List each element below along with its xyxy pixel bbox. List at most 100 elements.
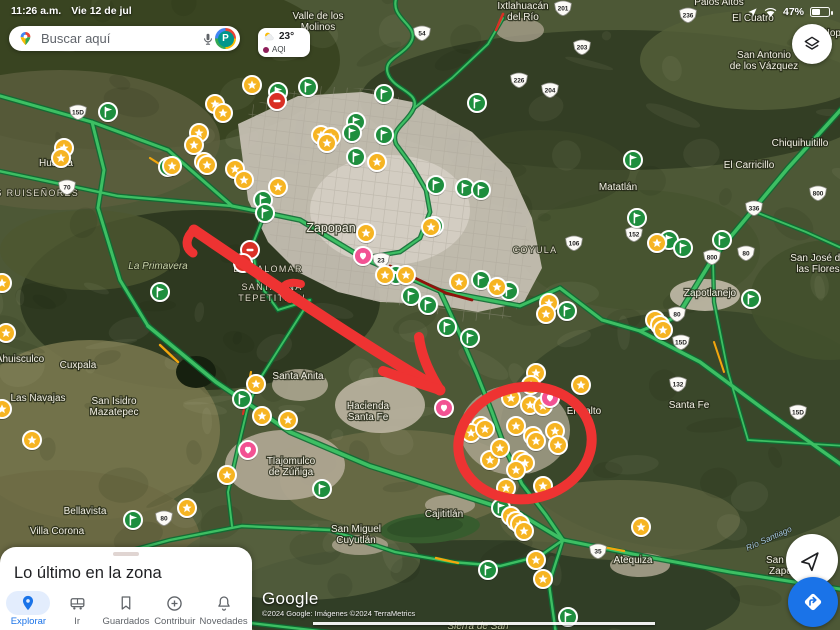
map-label: Hacienda Santa Fe (347, 401, 390, 423)
place-pin-flag[interactable] (298, 77, 318, 98)
place-pin-star[interactable] (548, 435, 568, 456)
bookmark-icon (121, 596, 131, 610)
aqi-dot-icon (263, 46, 269, 53)
place-pin-flag[interactable] (673, 238, 693, 259)
map-canvas[interactable]: HuaxtlaLOS RUISEÑORESLa PrimaveraAhuiscu… (0, 0, 840, 630)
place-pin-star[interactable] (631, 517, 651, 538)
place-pin-star[interactable] (421, 217, 441, 238)
place-pin-flag[interactable] (374, 125, 394, 146)
tab-explorar[interactable]: Explorar (4, 589, 53, 627)
place-pin-star[interactable] (653, 320, 673, 341)
place-pin-flag[interactable] (712, 230, 732, 251)
place-pin-flag[interactable] (478, 560, 498, 581)
place-pin-star[interactable] (526, 550, 546, 571)
place-pin-flag[interactable] (741, 289, 761, 310)
map-label: San Antonio de los Vázquez (730, 50, 798, 72)
place-pin-star[interactable] (533, 569, 553, 590)
place-pin-star[interactable] (396, 265, 416, 286)
place-pin-star[interactable] (213, 103, 233, 124)
mic-icon[interactable] (201, 32, 215, 46)
map-label: Santa Anita (272, 371, 324, 382)
place-pin-star[interactable] (22, 430, 42, 451)
scale-bar (313, 622, 655, 625)
place-pin-star[interactable] (375, 265, 395, 286)
place-pin-star[interactable] (647, 233, 667, 254)
place-pin-flag[interactable] (123, 510, 143, 531)
place-pin-flag[interactable] (437, 317, 457, 338)
place-pin-star[interactable] (506, 460, 526, 481)
map-label: Cuxpala (60, 360, 97, 371)
tab-contribuir[interactable]: Contribuir (150, 589, 199, 627)
weather-chip[interactable]: 23° AQI (258, 28, 310, 57)
place-pin-star[interactable] (487, 277, 507, 298)
place-pin-star[interactable] (177, 498, 197, 519)
tab-ir[interactable]: Ir (53, 589, 102, 627)
tab-novedades[interactable]: Novedades (199, 589, 248, 627)
svg-text:800: 800 (707, 254, 718, 261)
map-label: San Isidro Mazatepec (90, 396, 139, 418)
place-pin-star[interactable] (490, 438, 510, 459)
place-pin-flag[interactable] (401, 286, 421, 307)
directions-fab[interactable] (788, 577, 838, 627)
place-pin-flag[interactable] (98, 102, 118, 123)
map-label: Tlajomulco de Zúñiga (267, 456, 316, 478)
map-label: Chiquihuitillo (772, 138, 829, 149)
place-pin-flag[interactable] (312, 479, 332, 500)
place-pin-star[interactable] (514, 521, 534, 542)
favorite-pin-heart[interactable] (434, 398, 454, 419)
favorite-pin-heart[interactable] (353, 246, 373, 267)
account-avatar[interactable]: P (215, 28, 236, 49)
place-pin-star[interactable] (475, 419, 495, 440)
tab-guardados[interactable]: Guardados (102, 589, 151, 627)
map-label: La Primavera (128, 261, 188, 272)
place-pin-star[interactable] (506, 416, 526, 437)
place-pin-flag[interactable] (558, 607, 578, 628)
place-pin-star[interactable] (246, 374, 266, 395)
place-pin-star[interactable] (234, 170, 254, 191)
place-pin-flag[interactable] (623, 150, 643, 171)
place-pin-star[interactable] (536, 304, 556, 325)
svg-text:70: 70 (63, 184, 71, 191)
place-pin-star[interactable] (367, 152, 387, 173)
place-pin-star[interactable] (51, 148, 71, 169)
place-pin-star[interactable] (278, 410, 298, 431)
layers-button[interactable] (792, 24, 832, 64)
map-label: Matatlán (599, 182, 637, 193)
place-pin-flag[interactable] (346, 147, 366, 168)
svg-text:201: 201 (558, 5, 569, 12)
favorite-pin-heart[interactable] (238, 440, 258, 461)
road-closure-pin[interactable] (267, 91, 287, 112)
svg-text:80: 80 (673, 311, 681, 318)
layers-icon (804, 36, 820, 50)
place-pin-flag[interactable] (150, 282, 170, 303)
sheet-drag-handle[interactable] (113, 552, 139, 556)
bottom-sheet[interactable]: Lo último en la zona Explorar Ir Guardad… (0, 547, 252, 630)
place-pin-star[interactable] (526, 431, 546, 452)
place-pin-flag[interactable] (342, 123, 362, 144)
place-pin-flag[interactable] (374, 84, 394, 105)
place-pin-flag[interactable] (460, 328, 480, 349)
place-pin-star[interactable] (217, 465, 237, 486)
place-pin-star[interactable] (242, 75, 262, 96)
search-bar[interactable]: Buscar aquí P (9, 26, 240, 51)
svg-text:336: 336 (749, 205, 760, 212)
place-pin-flag[interactable] (232, 389, 252, 410)
place-pin-flag[interactable] (467, 93, 487, 114)
place-pin-star[interactable] (162, 156, 182, 177)
place-pin-star[interactable] (449, 272, 469, 293)
place-pin-star[interactable] (197, 155, 217, 176)
place-pin-flag[interactable] (471, 180, 491, 201)
place-pin-flag[interactable] (418, 295, 438, 316)
place-pin-flag[interactable] (255, 203, 275, 224)
search-input[interactable]: Buscar aquí (41, 31, 201, 46)
place-pin-star[interactable] (268, 177, 288, 198)
place-pin-flag[interactable] (426, 175, 446, 196)
place-pin-star[interactable] (252, 406, 272, 427)
svg-text:132: 132 (673, 381, 684, 388)
place-pin-flag[interactable] (627, 208, 647, 229)
svg-text:15D: 15D (675, 339, 687, 346)
place-pin-star[interactable] (317, 133, 337, 154)
place-pin-flag[interactable] (557, 301, 577, 322)
place-pin-star[interactable] (356, 223, 376, 244)
place-pin-star[interactable] (571, 375, 591, 396)
